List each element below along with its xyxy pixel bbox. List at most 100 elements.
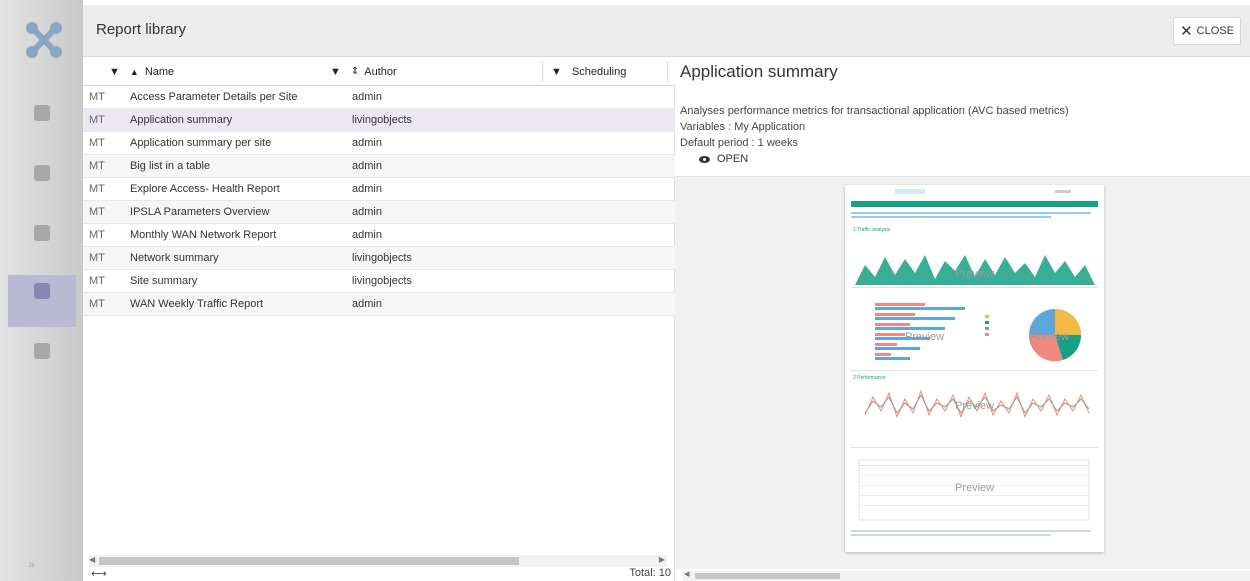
report-detail-panel: Application summary Analyses performance…: [675, 57, 1250, 581]
scrollbar-thumb[interactable]: [99, 557, 519, 565]
row-name: Application summary: [130, 114, 233, 126]
row-author: admin: [352, 91, 382, 103]
scroll-left-icon[interactable]: ◀: [89, 555, 95, 564]
sidebar-item-settings[interactable]: [8, 335, 76, 387]
preview-watermark: Preview: [955, 400, 994, 412]
table-row[interactable]: MT Network summary livingobjects: [83, 247, 675, 270]
row-type: MT: [89, 229, 105, 241]
report-title: Application summary: [680, 62, 838, 81]
row-name: Network summary: [130, 252, 219, 264]
scroll-left-icon[interactable]: ◀: [684, 570, 689, 578]
x-logo-icon: [26, 22, 62, 58]
column-author-label: Author: [364, 65, 397, 78]
table-body: MT Access Parameter Details per Site admin…: [83, 86, 675, 316]
total-count: Total: 10: [629, 567, 671, 579]
modal-title: Report library: [96, 21, 187, 38]
row-name: Explore Access- Health Report: [130, 183, 280, 195]
table-row[interactable]: MT Monthly WAN Network Report admin: [83, 224, 675, 247]
column-author-header[interactable]: ▼ ⇕ Author: [330, 57, 397, 86]
table-horizontal-scrollbar[interactable]: ◀ ▶: [89, 555, 667, 567]
table-row[interactable]: MT Site summary livingobjects: [83, 270, 675, 293]
report-icon: [34, 283, 50, 299]
row-type: MT: [89, 91, 105, 103]
sidebar-item-network[interactable]: [8, 217, 76, 269]
column-scheduling-label: Scheduling: [571, 65, 627, 78]
sidebar-item-dashboards[interactable]: [8, 157, 76, 209]
table-footer: ⟷ Total: 10: [83, 567, 675, 581]
close-button[interactable]: ✕ CLOSE: [1173, 17, 1241, 45]
column-separator[interactable]: [542, 61, 543, 82]
gear-icon: [34, 343, 50, 359]
report-description: Analyses performance metrics for transac…: [680, 105, 1069, 117]
row-type: MT: [89, 206, 105, 218]
table-row[interactable]: MT WAN Weekly Traffic Report admin: [83, 293, 675, 316]
table-row[interactable]: MT Big list in a table admin: [83, 155, 675, 178]
row-type: MT: [89, 114, 105, 126]
preview-section-2: 2 Performance: [853, 375, 886, 381]
row-type: MT: [89, 275, 105, 287]
close-label: CLOSE: [1196, 25, 1234, 37]
row-author: admin: [352, 183, 382, 195]
row-name: Big list in a table: [130, 160, 211, 172]
row-author: admin: [352, 298, 382, 310]
app-sidebar: »: [0, 0, 83, 581]
table-header: ▼ ▲ Name ▼ ⇕ Author ▼ Scheduling: [83, 57, 675, 86]
row-author: livingobjects: [352, 275, 412, 287]
preview-watermark: Preview: [955, 482, 994, 494]
home-icon: [34, 105, 50, 121]
preview-watermark: Preview: [955, 268, 994, 280]
filter-icon[interactable]: ▼: [330, 66, 341, 78]
table-row[interactable]: MT Access Parameter Details per Site admin: [83, 86, 675, 109]
expand-icon[interactable]: »: [28, 557, 35, 571]
sidebar-item-home[interactable]: [8, 97, 76, 149]
row-author: admin: [352, 137, 382, 149]
report-preview-area: 1 Traffic analysis Preview Preview Previ…: [675, 176, 1250, 569]
sort-asc-icon[interactable]: ▲: [130, 67, 139, 77]
filter-icon[interactable]: ▼: [551, 66, 562, 78]
column-separator[interactable]: [667, 61, 668, 82]
scrollbar-thumb[interactable]: [695, 573, 840, 579]
close-icon: ✕: [1180, 23, 1193, 40]
network-icon: [34, 225, 50, 241]
table-row[interactable]: MT Application summary per site admin: [83, 132, 675, 155]
table-row[interactable]: MT Application summary livingobjects: [83, 109, 675, 132]
report-description-block: Analyses performance metrics for transac…: [680, 103, 1069, 151]
column-name-header[interactable]: ▼ ▲ Name: [109, 57, 174, 86]
sidebar-item-reports[interactable]: [8, 275, 76, 327]
report-library-modal: Report library ✕ CLOSE ▼ ▲ Name ▼ ⇕ Auth…: [83, 5, 1250, 581]
report-preview-thumbnail: 1 Traffic analysis Preview Preview Previ…: [845, 185, 1104, 552]
row-name: Access Parameter Details per Site: [130, 91, 298, 103]
open-button[interactable]: OPEN: [699, 153, 748, 165]
row-type: MT: [89, 160, 105, 172]
preview-horizontal-scrollbar[interactable]: ◀: [683, 571, 1250, 581]
report-variables: Variables : My Application: [680, 121, 806, 133]
row-author: admin: [352, 206, 382, 218]
row-name: Application summary per site: [130, 137, 272, 149]
row-type: MT: [89, 137, 105, 149]
row-name: WAN Weekly Traffic Report: [130, 298, 264, 310]
preview-page-graphic: 1 Traffic analysis Preview Preview Previ…: [845, 185, 1104, 552]
gauge-icon: [34, 165, 50, 181]
scroll-right-icon[interactable]: ▶: [659, 555, 665, 564]
row-author: livingobjects: [352, 252, 412, 264]
row-name: Site summary: [130, 275, 198, 287]
row-type: MT: [89, 298, 105, 310]
preview-watermark: Preview: [905, 331, 944, 343]
preview-watermark: Preview: [1030, 331, 1069, 343]
modal-header: Report library ✕ CLOSE: [83, 5, 1250, 57]
row-author: admin: [352, 160, 382, 172]
row-author: admin: [352, 229, 382, 241]
open-label: OPEN: [717, 153, 749, 165]
column-name-label: Name: [144, 65, 175, 78]
filter-icon[interactable]: ▼: [109, 66, 120, 78]
row-type: MT: [89, 183, 105, 195]
row-type: MT: [89, 252, 105, 264]
report-period: Default period : 1 weeks: [680, 137, 799, 149]
resize-horizontal-icon[interactable]: ⟷: [91, 567, 107, 580]
row-name: Monthly WAN Network Report: [130, 229, 277, 241]
sort-icon[interactable]: ⇕: [351, 66, 359, 77]
column-scheduling-header[interactable]: ▼ Scheduling: [551, 57, 626, 86]
table-row[interactable]: MT IPSLA Parameters Overview admin: [83, 201, 675, 224]
table-row[interactable]: MT Explore Access- Health Report admin: [83, 178, 675, 201]
row-author: livingobjects: [352, 114, 412, 126]
